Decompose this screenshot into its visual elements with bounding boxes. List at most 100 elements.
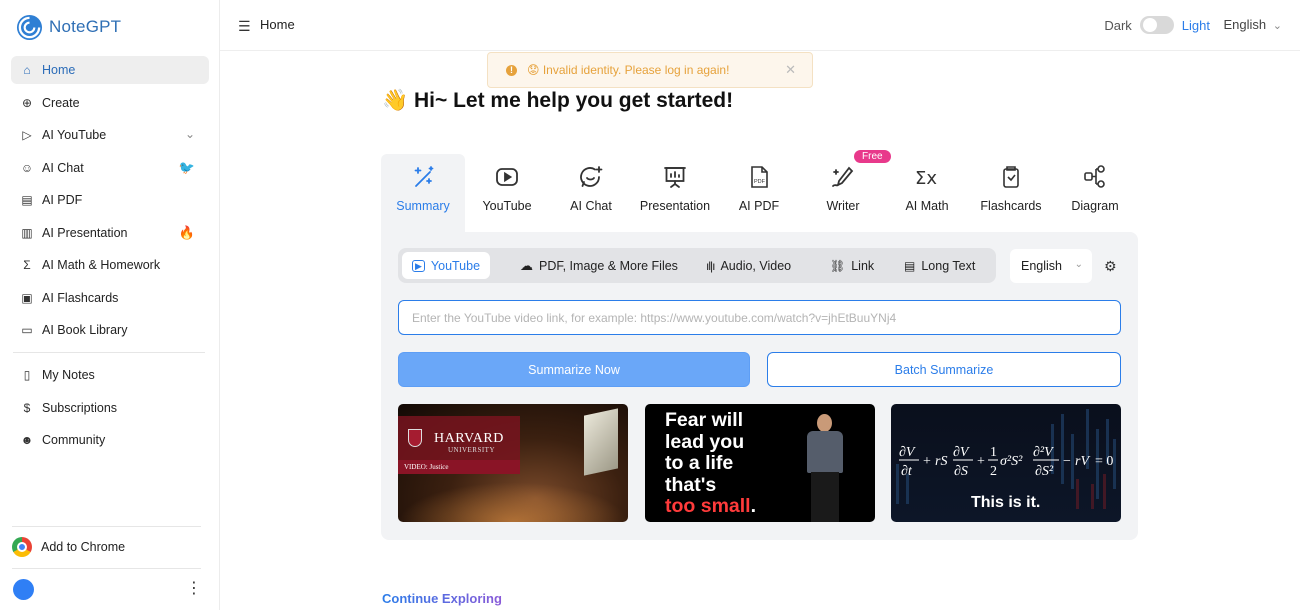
svg-text:Σx: Σx: [915, 168, 937, 189]
tab-ai-chat[interactable]: AI Chat: [549, 154, 633, 234]
tab-writer[interactable]: Writer: [801, 154, 885, 234]
sidebar-item-create[interactable]: ⊕ Create: [11, 89, 209, 117]
bird-badge-icon: 🐦: [178, 159, 195, 175]
youtube-play-icon: ▶: [412, 259, 425, 272]
output-language-select[interactable]: English ⌄: [1010, 249, 1092, 283]
add-to-chrome-link[interactable]: Add to Chrome: [12, 536, 125, 558]
video-thumbnail-equation[interactable]: ∂V ∂t + rS ∂V ∂S + 1 2 σ²S² ∂²V ∂S² − rV = 0 Th…: [891, 404, 1121, 522]
sidebar-item-label: AI PDF: [42, 193, 83, 207]
sidebar-item-label: My Notes: [42, 368, 95, 382]
continue-exploring-heading: Continue Exploring: [382, 591, 502, 606]
sidebar-item-home[interactable]: ⌂ Home: [11, 56, 209, 84]
add-to-chrome-label: Add to Chrome: [41, 540, 126, 554]
youtube-url-input[interactable]: [398, 300, 1121, 335]
close-icon[interactable]: ✕: [785, 62, 796, 78]
tab-presentation[interactable]: Presentation: [633, 154, 717, 234]
theme-switch: Dark Light: [1104, 16, 1210, 34]
black-scholes-equation: ∂V ∂t + rS ∂V ∂S + 1 2 σ²S² ∂²V ∂S² − rV = 0: [899, 445, 1113, 479]
chat-sparkle-icon: [580, 166, 603, 187]
harvard-banner: HARVARD UNIVERSITY: [398, 416, 520, 462]
sidebar-item-ai-pdf[interactable]: ▤ AI PDF: [11, 186, 209, 214]
sidebar-item-ai-presentation[interactable]: ▥ AI Presentation 🔥: [11, 219, 209, 247]
tab-flashcards[interactable]: Flashcards: [969, 154, 1053, 234]
top-bar: ☰ Home Dark Light English ⌄: [220, 0, 1300, 51]
svg-text:+: +: [923, 454, 931, 469]
svg-text:PDF: PDF: [754, 179, 766, 185]
sidebar-item-ai-flashcards[interactable]: ▣ AI Flashcards: [11, 284, 209, 312]
more-vertical-icon[interactable]: ⋮: [186, 579, 202, 599]
language-dropdown[interactable]: English ⌄: [1224, 17, 1282, 32]
fire-icon: 🔥: [178, 224, 195, 240]
speaker-body: [807, 431, 843, 473]
sidebar-item-ai-chat[interactable]: ☺ AI Chat 🐦: [11, 154, 209, 182]
sidebar-item-label: AI YouTube: [42, 128, 107, 142]
play-icon: [496, 168, 518, 186]
sidebar-item-ai-book-library[interactable]: ▭ AI Book Library: [11, 316, 209, 344]
sparkle-pen-icon: [414, 166, 434, 187]
svg-text:= 0: = 0: [1095, 454, 1113, 469]
sidebar-item-subscriptions[interactable]: $ Subscriptions: [11, 394, 209, 422]
svg-text:+: +: [977, 454, 985, 469]
subtab-long-text[interactable]: ▤ Long Text: [894, 252, 985, 279]
chevron-down-icon[interactable]: ⌄: [185, 127, 195, 141]
summarize-now-button[interactable]: Summarize Now: [398, 352, 750, 387]
subtab-link[interactable]: ⛓ Link: [820, 252, 884, 279]
gear-icon[interactable]: ⚙: [1104, 258, 1117, 275]
chrome-icon: [12, 537, 32, 557]
subtab-label: Audio, Video: [720, 258, 792, 273]
sidebar-item-ai-math[interactable]: Σ AI Math & Homework: [11, 251, 209, 279]
avatar[interactable]: [13, 579, 34, 600]
fear-line: Fear will: [665, 409, 744, 431]
page-title: Home: [260, 17, 295, 32]
batch-summarize-button[interactable]: Batch Summarize: [767, 352, 1121, 387]
home-icon: ⌂: [23, 63, 31, 77]
tab-diagram[interactable]: Diagram: [1053, 154, 1137, 234]
sidebar-nav: ⌂ Home ⊕ Create ▷ AI YouTube ⌄ ☺ AI Chat…: [11, 56, 209, 459]
video-thumbnail-fear[interactable]: Fear will lead you to a life that's too …: [645, 404, 875, 522]
subtab-files[interactable]: ☁ PDF, Image & More Files: [510, 252, 688, 279]
harvard-university: UNIVERSITY: [448, 446, 495, 454]
tab-youtube[interactable]: YouTube: [465, 154, 549, 234]
stage-lights: [398, 482, 628, 522]
fear-text: Fear will lead you to a life that's too …: [665, 409, 757, 518]
subtab-youtube[interactable]: ▶ YouTube: [402, 252, 491, 279]
speaker-figure: [797, 410, 853, 522]
subtab-audio-video[interactable]: ıl|ı Audio, Video: [696, 252, 801, 279]
svg-text:∂S: ∂S: [954, 464, 968, 479]
sidebar-item-label: Home: [42, 63, 76, 77]
tab-ai-math[interactable]: Σx AI Math: [885, 154, 969, 234]
book-icon: ▭: [21, 323, 33, 337]
harvard-name: HARVARD: [434, 431, 504, 446]
sidebar: NoteGPT ⌂ Home ⊕ Create ▷ AI YouTube ⌄ ☺…: [0, 0, 220, 610]
fear-line: lead you: [665, 430, 745, 453]
sidebar-item-label: Subscriptions: [42, 400, 118, 415]
chevron-down-icon: ⌄: [1272, 20, 1282, 32]
logo[interactable]: NoteGPT: [16, 12, 121, 42]
projection-screen: [584, 408, 618, 476]
speaker-head: [817, 414, 832, 432]
tab-summary[interactable]: Summary: [381, 154, 465, 234]
subtab-label: Long Text: [921, 258, 976, 273]
sigma-x-icon: Σx: [915, 168, 937, 189]
language-label: English: [1223, 17, 1267, 32]
sidebar-divider: [13, 352, 205, 353]
tool-tabs: Summary YouTube AI Chat Presentation PDF…: [381, 150, 1141, 234]
sidebar-item-ai-youtube[interactable]: ▷ AI YouTube ⌄: [11, 121, 209, 149]
light-label: Light: [1181, 17, 1210, 33]
theme-toggle[interactable]: [1139, 16, 1174, 34]
tab-ai-pdf[interactable]: PDF AI PDF: [717, 154, 801, 234]
svg-text:∂²V: ∂²V: [1033, 445, 1054, 460]
tab-label: AI Chat: [570, 199, 612, 213]
sigma-icon: Σ: [23, 258, 31, 272]
presentation-icon: ▥: [21, 225, 33, 240]
flashcard-icon: [1003, 166, 1019, 188]
menu-icon[interactable]: ☰: [238, 18, 251, 35]
fear-line: that's: [665, 473, 717, 496]
fear-dot: .: [750, 495, 757, 517]
tab-label: YouTube: [482, 199, 532, 213]
writer-pen-icon: [832, 166, 854, 187]
sidebar-item-community[interactable]: ☻ Community: [11, 426, 209, 454]
summary-panel: ▶ YouTube ☁ PDF, Image & More Files ıl|ı…: [381, 232, 1138, 540]
video-thumbnail-harvard[interactable]: HARVARD UNIVERSITY VIDEO: Justice: [398, 404, 628, 522]
sidebar-item-my-notes[interactable]: ▯ My Notes: [11, 361, 209, 389]
